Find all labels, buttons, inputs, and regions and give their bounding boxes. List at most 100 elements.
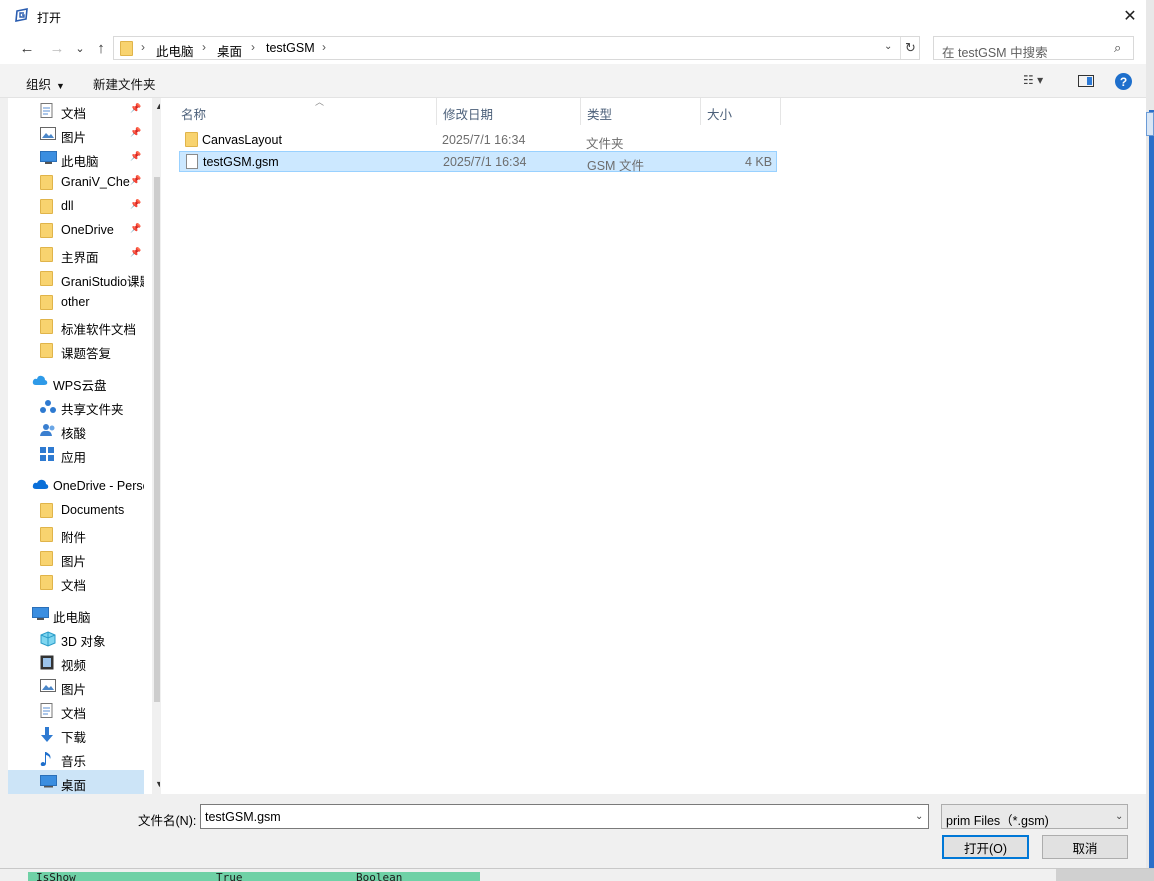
sidebar-item[interactable]: GraniStudio课题 <box>8 266 144 290</box>
column-header-size[interactable]: 大小 <box>701 98 781 125</box>
close-icon[interactable]: ✕ <box>1114 2 1146 30</box>
sidebar-item[interactable]: 桌面 <box>8 770 144 794</box>
search-icon[interactable]: ⌕ <box>1114 40 1121 56</box>
view-options-icon[interactable]: ☷ ▾ <box>1023 73 1043 87</box>
sidebar-item[interactable]: 标准软件文档 <box>8 314 144 338</box>
file-row[interactable]: CanvasLayout 2025/7/1 16:34 文件夹 <box>179 130 777 151</box>
sidebar-item[interactable]: 主界面 📌 <box>8 242 144 266</box>
back-arrow-icon[interactable]: ← <box>17 38 37 58</box>
file-type: GSM 文件 <box>587 159 644 173</box>
sidebar-item-label: Documents <box>61 503 125 517</box>
navigation-scrollbar[interactable]: ▲ ▼ <box>152 98 160 794</box>
sidebar-item[interactable]: 下载 <box>8 722 144 746</box>
pin-icon: 📌 <box>130 223 142 233</box>
sidebar-item[interactable]: dll 📌 <box>8 194 144 218</box>
sidebar-item[interactable]: other <box>8 290 144 314</box>
caret-down-icon: ▼ <box>56 81 65 91</box>
recent-locations-icon[interactable]: ⌄ <box>70 38 90 58</box>
filename-value[interactable]: testGSM.gsm <box>205 810 281 824</box>
sidebar-item-label: OneDrive - Personal <box>53 479 144 493</box>
sidebar-item[interactable]: 核酸 <box>8 418 144 442</box>
address-dropdown-icon[interactable]: ⌄ <box>884 41 892 52</box>
sidebar-item[interactable]: 此电脑 📌 <box>8 146 144 170</box>
scroll-up-icon[interactable]: ▲ <box>155 101 160 111</box>
filename-input[interactable]: testGSM.gsm ⌄ <box>200 804 929 829</box>
breadcrumb-item-testgsm[interactable]: testGSM <box>266 41 315 55</box>
column-header-date[interactable]: 修改日期 <box>437 98 581 125</box>
sidebar-item[interactable]: 图片 <box>8 546 144 570</box>
sidebar-item-label: 桌面 <box>61 779 87 793</box>
help-icon[interactable]: ? <box>1115 73 1132 90</box>
sidebar-item[interactable]: WPS云盘 <box>8 370 144 394</box>
sidebar-item[interactable]: OneDrive - Personal <box>8 474 144 498</box>
column-header-type[interactable]: 类型 <box>581 98 701 125</box>
file-type-value[interactable]: prim Files（*.gsm) <box>946 810 1049 829</box>
background-property-grid: IsShow True Boolean <box>0 868 1154 881</box>
sidebar-item[interactable]: OneDrive 📌 <box>8 218 144 242</box>
folder-icon <box>40 295 55 310</box>
pin-icon: 📌 <box>130 175 142 185</box>
sidebar-item[interactable]: 共享文件夹 <box>8 394 144 418</box>
file-type-select[interactable]: prim Files（*.gsm) ⌄ <box>941 804 1128 829</box>
address-bar[interactable]: › 此电脑 › 桌面 › testGSM › ⌄ ↻ <box>113 36 920 60</box>
sidebar-item-label: 文档 <box>61 107 87 121</box>
new-folder-button[interactable]: 新建文件夹 <box>93 74 156 93</box>
breadcrumb-chevron-icon[interactable]: › <box>202 40 206 54</box>
folder-icon <box>40 199 55 214</box>
sidebar-item-label: 图片 <box>61 555 87 569</box>
open-file-dialog: 打开 ✕ ← → ⌄ ↑ › 此电脑 › 桌面 › testGSM › ⌄ ↻ … <box>0 0 1146 868</box>
breadcrumb-item-desktop[interactable]: 桌面 <box>217 41 242 60</box>
sidebar-item[interactable]: 视频 <box>8 650 144 674</box>
computer-icon <box>40 151 57 165</box>
breadcrumb-chevron-icon[interactable]: › <box>322 40 326 54</box>
sidebar-item[interactable]: 音乐 <box>8 746 144 770</box>
sidebar-item-label: 此电脑 <box>53 611 91 625</box>
scrollbar-thumb[interactable] <box>154 177 160 702</box>
sidebar-item-label: dll <box>61 199 74 213</box>
filename-dropdown-icon[interactable]: ⌄ <box>915 811 923 822</box>
cancel-button[interactable]: 取消 <box>1042 835 1128 859</box>
folder-icon <box>40 575 55 590</box>
sidebar-item[interactable]: 图片 📌 <box>8 122 144 146</box>
app-logo-icon <box>15 8 28 22</box>
sidebar-item[interactable]: 文档 <box>8 698 144 722</box>
pin-icon: 📌 <box>130 103 142 113</box>
breadcrumb-chevron-icon[interactable]: › <box>251 40 255 54</box>
sidebar-item[interactable]: 附件 <box>8 522 144 546</box>
column-header-name[interactable]: ︿ 名称 <box>175 97 437 125</box>
sidebar-item-label: 核酸 <box>61 427 87 441</box>
preview-pane-icon[interactable] <box>1078 75 1094 87</box>
sidebar-item[interactable]: 3D 对象 <box>8 626 144 650</box>
file-name: testGSM.gsm <box>203 155 279 169</box>
sidebar-item[interactable]: Documents <box>8 498 144 522</box>
background-blue-edge <box>1149 110 1154 870</box>
file-row[interactable]: testGSM.gsm 2025/7/1 16:34 GSM 文件 4 KB <box>179 151 777 173</box>
dialog-footer: 文件名(N): testGSM.gsm ⌄ prim Files（*.gsm) … <box>0 794 1146 868</box>
scroll-down-icon[interactable]: ▼ <box>155 779 160 789</box>
sidebar-item[interactable]: 此电脑 <box>8 602 144 626</box>
sidebar-item[interactable]: 图片 <box>8 674 144 698</box>
background-selected-row <box>28 872 480 881</box>
onedrive-icon <box>32 479 49 493</box>
sidebar-item[interactable]: 课题答复 <box>8 338 144 362</box>
organize-button[interactable]: 组织 ▼ <box>26 74 65 93</box>
background-cell-name: IsShow <box>36 871 76 881</box>
breadcrumb-item-this-pc[interactable]: 此电脑 <box>156 41 194 60</box>
background-scroll-area <box>1056 869 1154 881</box>
sidebar-item-label: 下载 <box>61 731 87 745</box>
sidebar-item[interactable]: 文档 📌 <box>8 98 144 122</box>
sidebar-item[interactable]: GraniV_Che 📌 <box>8 170 144 194</box>
search-box[interactable]: 在 testGSM 中搜索 ⌕ <box>933 36 1134 60</box>
up-arrow-icon[interactable]: ↑ <box>91 38 111 58</box>
forward-arrow-icon[interactable]: → <box>47 38 67 58</box>
sidebar-item[interactable]: 应用 <box>8 442 144 466</box>
search-placeholder[interactable]: 在 testGSM 中搜索 <box>942 42 1048 61</box>
sidebar-item[interactable]: 文档 <box>8 570 144 594</box>
open-button[interactable]: 打开(O) <box>942 835 1029 859</box>
folder-icon <box>185 132 198 150</box>
sidebar-item-label: 视频 <box>61 659 87 673</box>
breadcrumb-chevron-icon[interactable]: › <box>141 40 145 54</box>
file-icon <box>186 154 198 172</box>
refresh-icon[interactable]: ↻ <box>900 37 920 59</box>
file-type-dropdown-icon[interactable]: ⌄ <box>1115 811 1123 822</box>
